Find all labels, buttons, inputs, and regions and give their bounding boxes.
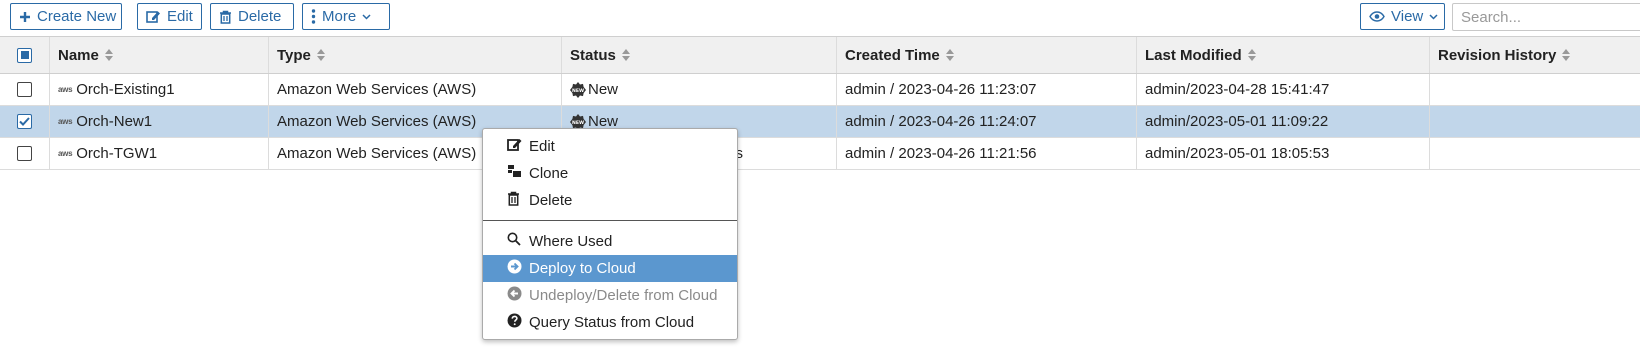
column-header-last-modified[interactable]: Last Modified	[1137, 37, 1430, 73]
menu-item-delete[interactable]: Delete	[483, 187, 737, 214]
column-header-status[interactable]: Status	[562, 37, 837, 73]
menu-item-label: Deploy to Cloud	[529, 260, 636, 277]
menu-item-undeploy-delete-from-cloud[interactable]: Undeploy/Delete from Cloud	[483, 282, 737, 309]
arrow-left-circle-icon	[507, 286, 523, 302]
toolbar: Create New Edit Delete More View	[0, 0, 1640, 35]
revision-history-cell	[1430, 106, 1640, 137]
column-header-name[interactable]: Name	[50, 37, 269, 73]
aws-icon: aws	[58, 116, 73, 126]
name-cell: aws Orch-Existing1	[50, 74, 269, 105]
row-select-cell	[0, 74, 50, 105]
more-label: More	[322, 8, 357, 25]
delete-button[interactable]: Delete	[210, 3, 294, 30]
name-cell: aws Orch-New1	[50, 106, 269, 137]
edit-icon	[507, 137, 523, 153]
menu-item-label: Clone	[529, 165, 569, 182]
table-row[interactable]: aws Orch-TGW1 Amazon Web Services (AWS) s…	[0, 138, 1640, 170]
new-badge-icon: NEW	[570, 81, 586, 98]
view-label: View	[1391, 8, 1424, 25]
row-select-cell	[0, 138, 50, 169]
created-time-cell: admin / 2023-04-26 11:23:07	[837, 74, 1137, 105]
edit-label: Edit	[167, 8, 193, 25]
name-cell: aws Orch-TGW1	[50, 138, 269, 169]
aws-icon: aws	[58, 148, 73, 158]
sort-icon	[1247, 49, 1256, 61]
created-time-cell: admin / 2023-04-26 11:24:07	[837, 106, 1137, 137]
select-all-checkbox[interactable]	[17, 47, 32, 63]
chevron-down-icon	[1429, 13, 1438, 20]
trash-icon	[220, 10, 231, 24]
check-icon	[19, 117, 30, 126]
created-time-cell: admin / 2023-04-26 11:21:56	[837, 138, 1137, 169]
column-header-type[interactable]: Type	[269, 37, 562, 73]
sort-icon	[1562, 49, 1571, 61]
row-name: Orch-Existing1	[76, 81, 175, 98]
column-header-label: Type	[277, 46, 311, 64]
chevron-down-icon	[362, 13, 371, 20]
search-input[interactable]	[1452, 3, 1640, 31]
vertical-ellipsis-icon	[311, 9, 316, 24]
column-header-label: Last Modified	[1145, 46, 1242, 64]
plus-icon	[20, 11, 30, 22]
menu-item-label: Where Used	[529, 233, 613, 250]
menu-item-label: Delete	[529, 192, 573, 209]
table-row[interactable]: aws Orch-New1 Amazon Web Services (AWS) N…	[0, 106, 1640, 138]
status-text: New	[588, 81, 619, 98]
edit-icon	[146, 10, 160, 23]
last-modified-cell: admin/2023-05-01 18:05:53	[1137, 138, 1430, 169]
row-name: Orch-TGW1	[76, 145, 158, 162]
last-modified-cell: admin/2023-05-01 11:09:22	[1137, 106, 1430, 137]
sort-icon	[316, 49, 325, 61]
column-header-created-time[interactable]: Created Time	[837, 37, 1137, 73]
clone-icon	[507, 164, 523, 180]
svg-text:NEW: NEW	[572, 120, 584, 126]
search-icon	[507, 232, 523, 248]
eye-icon	[1369, 11, 1385, 22]
more-button[interactable]: More	[302, 3, 390, 30]
row-checkbox[interactable]	[17, 146, 32, 161]
menu-item-label: Undeploy/Delete from Cloud	[529, 287, 718, 304]
revision-history-cell	[1430, 138, 1640, 169]
status-cell: NEW New	[562, 74, 837, 105]
sort-icon	[621, 49, 630, 61]
table-row[interactable]: aws Orch-Existing1 Amazon Web Services (A…	[0, 74, 1640, 106]
column-header-label: Name	[58, 46, 99, 64]
menu-item-label: Edit	[529, 138, 555, 155]
row-checkbox[interactable]	[17, 82, 32, 97]
menu-item-where-used[interactable]: Where Used	[483, 228, 737, 255]
aws-icon: aws	[58, 84, 73, 94]
question-circle-icon	[507, 313, 523, 329]
menu-item-query-status-from-cloud[interactable]: Query Status from Cloud	[483, 309, 737, 336]
menu-item-edit[interactable]: Edit	[483, 133, 737, 160]
last-modified-cell: admin/2023-04-28 15:41:47	[1137, 74, 1430, 105]
column-header-label: Created Time	[845, 46, 940, 64]
row-select-cell	[0, 106, 50, 137]
header-select-all-cell	[0, 37, 50, 73]
column-header-label: Status	[570, 46, 616, 64]
table-header: Name Type Status Created Time Last Modif…	[0, 36, 1640, 74]
arrow-right-circle-icon	[507, 259, 523, 275]
delete-label: Delete	[238, 8, 282, 25]
column-header-label: Revision History	[1438, 46, 1557, 64]
view-button[interactable]: View	[1360, 3, 1445, 30]
revision-history-cell	[1430, 74, 1640, 105]
trash-icon	[507, 191, 523, 207]
type-cell: Amazon Web Services (AWS)	[269, 74, 562, 105]
menu-item-label: Query Status from Cloud	[529, 314, 695, 331]
edit-button[interactable]: Edit	[137, 3, 202, 30]
row-name: Orch-New1	[76, 113, 153, 130]
row-checkbox[interactable]	[17, 114, 32, 129]
sort-icon	[104, 49, 113, 61]
context-menu: Edit Clone Delete Where Used Deploy to C…	[482, 128, 738, 340]
menu-separator	[483, 220, 737, 221]
menu-item-deploy-to-cloud[interactable]: Deploy to Cloud	[483, 255, 737, 282]
svg-text:NEW: NEW	[572, 88, 584, 94]
create-new-button[interactable]: Create New	[10, 3, 122, 30]
sort-icon	[945, 49, 954, 61]
menu-item-clone[interactable]: Clone	[483, 160, 737, 187]
column-header-revision-history[interactable]: Revision History	[1430, 37, 1640, 73]
create-new-label: Create New	[37, 8, 117, 25]
